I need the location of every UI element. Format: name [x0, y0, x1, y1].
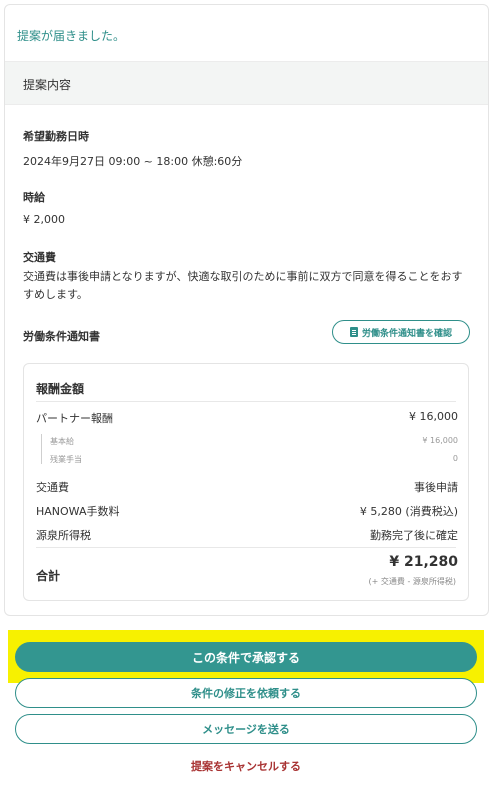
divider	[36, 547, 456, 548]
overtime-value: 0	[452, 454, 458, 463]
work-conditions-label: 労働条件通知書	[23, 330, 100, 343]
proposal-notice: 提案が届きました。	[17, 29, 126, 43]
wage-label: 時給	[23, 191, 45, 204]
divider	[36, 401, 456, 402]
proposal-card: 提案が届きました。 提案内容 希望勤務日時 2024年9月27日 09:00 ~…	[4, 4, 489, 616]
cancel-proposal-link[interactable]: 提案をキャンセルする	[0, 758, 492, 774]
fee-transport-value: 事後申請	[414, 481, 458, 494]
base-pay-value: ¥ 16,000	[422, 436, 458, 445]
breakdown-bar	[41, 434, 42, 464]
fee-transport-row: 交通費 事後申請	[36, 479, 458, 495]
partner-fee-row: パートナー報酬 ¥ 16,000	[36, 410, 458, 426]
document-icon	[349, 327, 358, 337]
send-message-button[interactable]: メッセージを送る	[15, 714, 477, 744]
approve-button[interactable]: この条件で承認する	[15, 642, 477, 672]
withholding-tax-row: 源泉所得税 勤務完了後に確定	[36, 527, 458, 543]
transport-label: 交通費	[23, 251, 56, 264]
base-pay-row: 基本給 ¥ 16,000	[50, 436, 458, 447]
request-change-button[interactable]: 条件の修正を依頼する	[15, 678, 477, 708]
section-title: 提案内容	[23, 78, 72, 92]
datetime-label: 希望勤務日時	[23, 130, 89, 143]
base-pay-label: 基本給	[50, 437, 74, 446]
proposal-section-header: 提案内容	[5, 61, 488, 105]
view-work-conditions-button[interactable]: 労働条件通知書を確認	[332, 320, 470, 344]
partner-fee-label: パートナー報酬	[36, 412, 113, 425]
wage-value: ¥ 2,000	[23, 213, 65, 226]
withholding-tax-label: 源泉所得税	[36, 529, 91, 542]
hanowa-fee-value: ¥ 5,280 (消費税込)	[359, 505, 458, 518]
total-label: 合計	[36, 569, 61, 583]
view-work-conditions-label: 労働条件通知書を確認	[361, 328, 452, 339]
overtime-row: 残業手当 0	[50, 454, 458, 465]
withholding-tax-value: 勤務完了後に確定	[370, 529, 458, 542]
transport-value: 交通費は事後申請となりますが、快適な取引のために事前に双方で同意を得ることをおす…	[23, 270, 463, 301]
fee-title: 報酬金額	[36, 382, 85, 396]
partner-fee-value: ¥ 16,000	[409, 410, 458, 423]
hanowa-fee-row: HANOWA手数料 ¥ 5,280 (消費税込)	[36, 503, 458, 519]
datetime-value: 2024年9月27日 09:00 ~ 18:00 休憩:60分	[23, 155, 243, 168]
fee-transport-label: 交通費	[36, 481, 69, 494]
fee-summary: 報酬金額 パートナー報酬 ¥ 16,000 基本給 ¥ 16,000 残業手当 …	[23, 363, 469, 601]
total-amount: ¥ 21,280	[389, 554, 458, 570]
total-note: (+ 交通費 - 源泉所得税)	[368, 577, 456, 586]
overtime-label: 残業手当	[50, 455, 82, 464]
hanowa-fee-label: HANOWA手数料	[36, 505, 120, 518]
